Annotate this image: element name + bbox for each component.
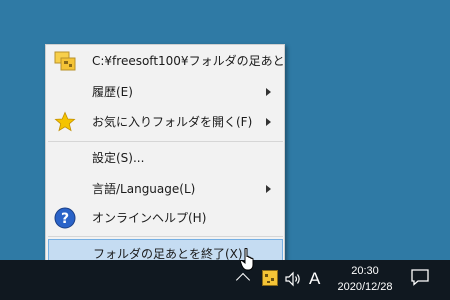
menu-item-favorites[interactable]: お気に入りフォルダを開く(F) <box>48 108 283 136</box>
clock-time: 20:30 <box>351 265 379 277</box>
help-icon: ? <box>54 207 76 229</box>
submenu-arrow-icon <box>266 185 271 193</box>
submenu-arrow-icon <box>266 118 271 126</box>
menu-separator <box>48 236 283 237</box>
folder-app-icon <box>54 51 76 71</box>
menu-item-history[interactable]: 履歴(E) <box>48 78 283 106</box>
menu-item-open-folder[interactable]: C:¥freesoft100¥フォルダの足あと <box>48 47 285 75</box>
menu-item-language[interactable]: 言語/Language(L) <box>48 175 283 203</box>
taskbar-clock[interactable]: 20:30 2020/12/28 <box>330 263 400 295</box>
mouse-cursor-icon <box>240 248 254 271</box>
menu-item-label: 設定(S)... <box>92 151 145 165</box>
volume-icon[interactable] <box>284 270 302 288</box>
submenu-arrow-icon <box>266 88 271 96</box>
menu-item-online-help[interactable]: ? オンラインヘルプ(H) <box>48 204 283 232</box>
svg-text:?: ? <box>61 211 69 227</box>
clock-date: 2020/12/28 <box>337 281 393 293</box>
menu-item-settings[interactable]: 設定(S)... <box>48 144 283 172</box>
menu-item-label: 言語/Language(L) <box>92 182 196 196</box>
star-icon <box>54 111 76 132</box>
menu-separator <box>48 141 283 142</box>
menu-item-label: お気に入りフォルダを開く(F) <box>92 115 253 129</box>
ime-indicator[interactable]: A <box>309 268 320 290</box>
folder-app-tray-icon[interactable] <box>262 270 278 286</box>
context-menu: C:¥freesoft100¥フォルダの足あと 履歴(E) お気に入りフォルダを… <box>45 44 285 269</box>
menu-item-label: C:¥freesoft100¥フォルダの足あと <box>92 54 285 68</box>
menu-item-label: 履歴(E) <box>92 85 133 99</box>
menu-item-label: オンラインヘルプ(H) <box>92 211 207 225</box>
notification-icon[interactable] <box>410 268 430 286</box>
